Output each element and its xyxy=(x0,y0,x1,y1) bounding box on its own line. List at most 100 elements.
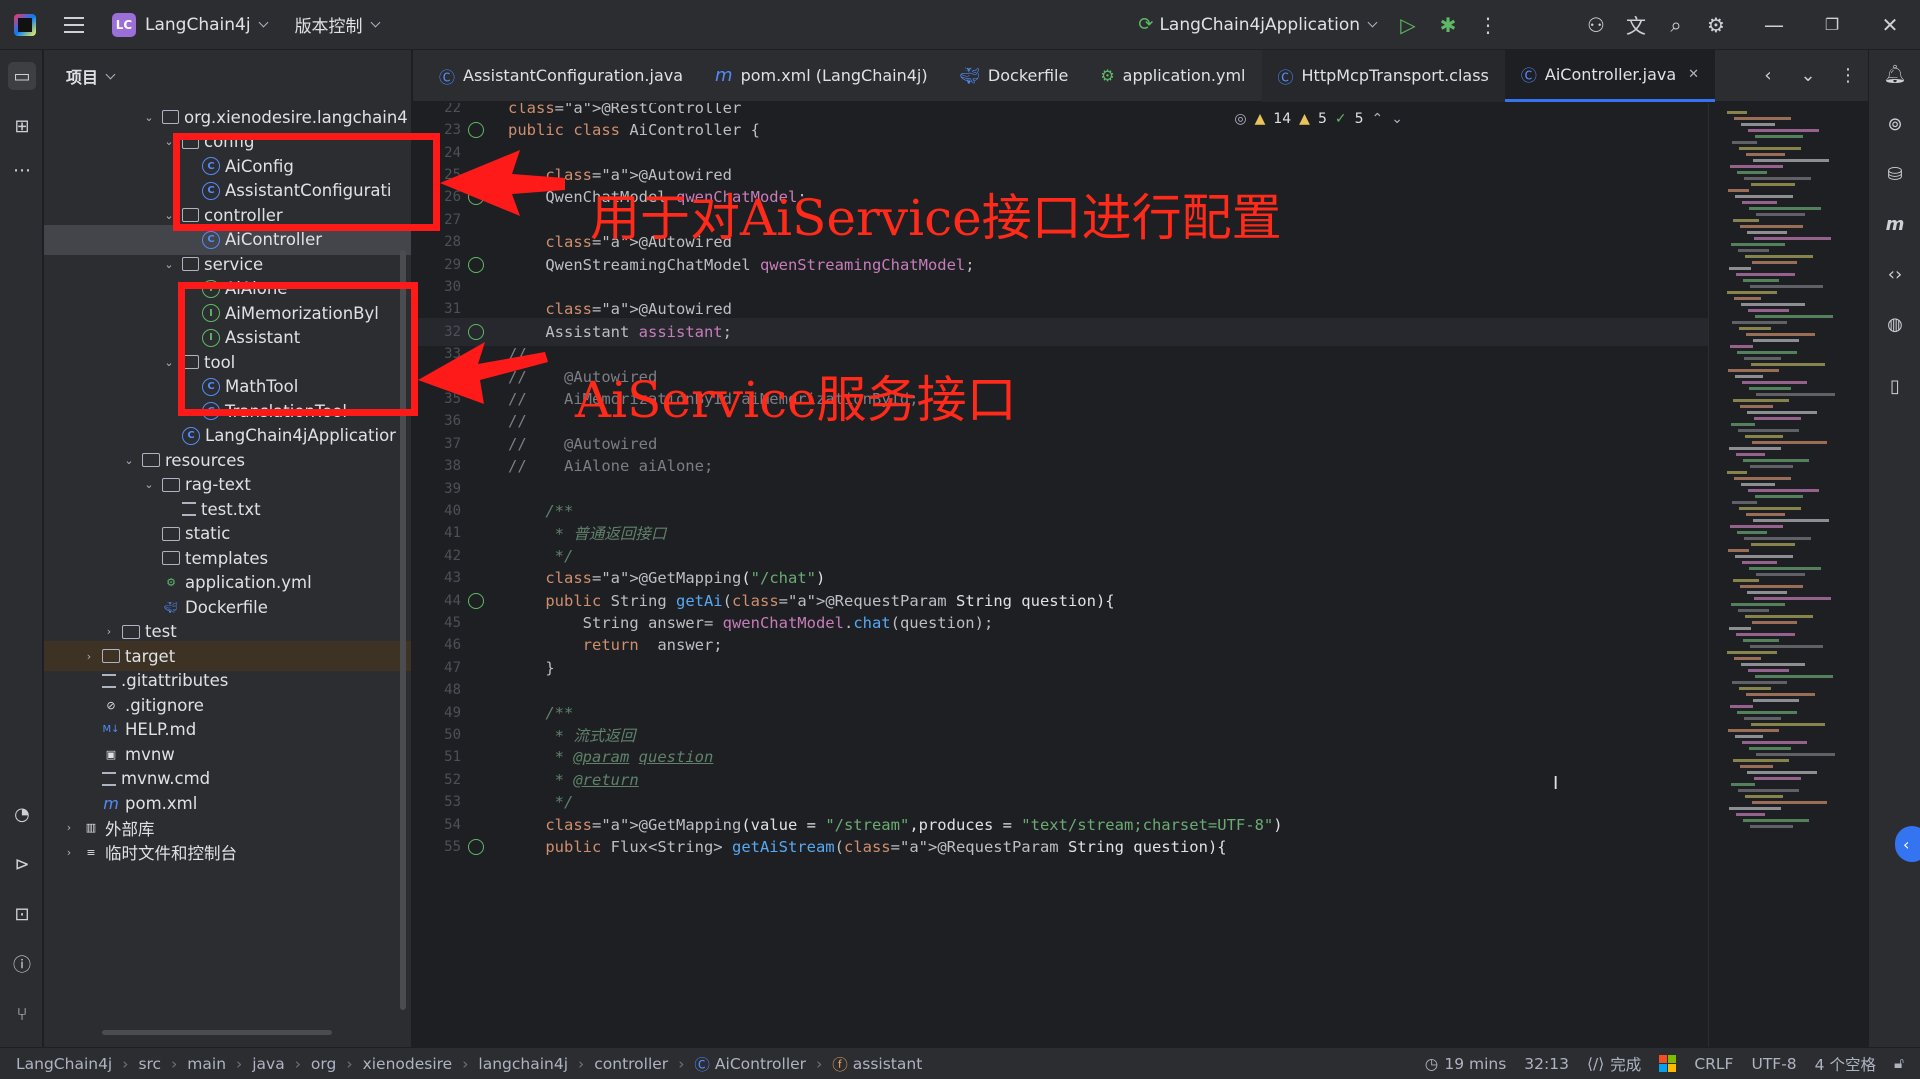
tab-more-icon[interactable]: ⋮ xyxy=(1828,56,1868,96)
project-switcher[interactable]: LC LangChain4j xyxy=(84,0,269,50)
spring-bean-gutter-icon[interactable] xyxy=(468,256,484,273)
expand-arrow-icon[interactable]: ⌄ xyxy=(162,356,176,369)
settings-gear-icon[interactable]: ⚙ xyxy=(1696,5,1736,45)
expand-arrow-icon[interactable]: › xyxy=(62,821,76,834)
tab-pom-xml-langchain4j[interactable]: m pom.xml (LangChain4j) xyxy=(699,50,944,102)
breadcrumb-item[interactable]: xienodesire xyxy=(363,1055,453,1073)
code-line[interactable]: 55 public Flux<String> getAiStream(class… xyxy=(413,833,1708,861)
close-tab-icon[interactable]: ✕ xyxy=(1688,67,1699,82)
project-folder-icon[interactable]: ▭ xyxy=(8,62,36,90)
line-number[interactable]: 38 xyxy=(431,458,461,474)
expand-panel-button[interactable]: ‹ xyxy=(1895,826,1920,862)
line-ending[interactable]: CRLF xyxy=(1694,1055,1733,1073)
tab-application-yml[interactable]: ⚙ application.yml xyxy=(1084,50,1261,102)
line-number[interactable]: 50 xyxy=(431,727,461,743)
breadcrumb-item[interactable]: src xyxy=(138,1055,161,1073)
maven-icon[interactable]: m xyxy=(1881,210,1909,238)
file-encoding[interactable]: UTF-8 xyxy=(1751,1055,1796,1073)
tree-item-[interactable]: › ≡ 临时文件和控制台 xyxy=(44,837,411,867)
breadcrumb-item[interactable]: LangChain4j xyxy=(16,1055,112,1073)
line-number[interactable]: 36 xyxy=(431,413,461,429)
main-menu-icon[interactable] xyxy=(64,16,84,33)
read-only-lock-icon[interactable]: 🔓︎ xyxy=(1894,1054,1904,1073)
line-number[interactable]: 40 xyxy=(431,503,461,519)
web-globe-icon[interactable]: ◍ xyxy=(1881,310,1909,338)
project-panel-header[interactable]: 项目 xyxy=(44,50,411,102)
breadcrumb-item[interactable]: main xyxy=(187,1055,226,1073)
caret-position[interactable]: 32:13 xyxy=(1524,1055,1569,1073)
problems-icon[interactable]: ⓘ xyxy=(8,950,36,978)
line-number[interactable]: 54 xyxy=(431,817,461,833)
tab-aicontroller-java[interactable]: Ⓒ AiController.java ✕ xyxy=(1504,49,1716,102)
git-icon[interactable]: ⑂ xyxy=(8,1000,36,1028)
line-number[interactable]: 51 xyxy=(431,749,461,765)
add-user-icon[interactable]: ⚇ xyxy=(1576,5,1616,45)
expand-arrow-icon[interactable]: › xyxy=(102,625,116,638)
line-number[interactable]: 42 xyxy=(431,548,461,564)
expand-arrow-icon[interactable]: ⌄ xyxy=(142,111,156,124)
line-number[interactable]: 28 xyxy=(431,234,461,250)
line-number[interactable]: 29 xyxy=(431,257,461,273)
services-icon[interactable]: ⊳ xyxy=(8,850,36,878)
expand-arrow-icon[interactable]: › xyxy=(82,650,96,663)
spring-bean-gutter-icon[interactable] xyxy=(468,323,484,340)
line-number[interactable]: 52 xyxy=(431,772,461,788)
line-number[interactable]: 30 xyxy=(431,279,461,295)
line-number[interactable]: 39 xyxy=(431,481,461,497)
breadcrumb-item[interactable]: AiController xyxy=(715,1055,806,1073)
restore-icon[interactable]: ❐ xyxy=(1812,5,1852,45)
line-number[interactable]: 53 xyxy=(431,794,461,810)
ai-status[interactable]: 完成 xyxy=(1610,1053,1641,1075)
structure-icon[interactable]: ⊞ xyxy=(8,112,36,140)
breadcrumb-item[interactable]: org xyxy=(311,1055,336,1073)
notifications-icon[interactable]: 🔔︎ xyxy=(1881,60,1909,88)
line-number[interactable]: 41 xyxy=(431,525,461,541)
breadcrumb-item[interactable]: langchain4j xyxy=(478,1055,568,1073)
tab-httpmcptransport-class[interactable]: Ⓒ HttpMcpTransport.class xyxy=(1261,49,1505,102)
tab-assistantconfiguration-java[interactable]: Ⓒ AssistantConfiguration.java xyxy=(423,50,699,102)
indent-setting[interactable]: 4 个空格 xyxy=(1815,1053,1876,1075)
line-number[interactable]: 45 xyxy=(431,615,461,631)
run-icon[interactable]: ▷ xyxy=(1388,5,1428,45)
spring-bean-gutter-icon[interactable] xyxy=(468,122,484,139)
tree-h-scrollbar[interactable] xyxy=(102,1030,332,1035)
terminal-icon[interactable]: ⊡ xyxy=(8,900,36,928)
spring-bean-gutter-icon[interactable] xyxy=(468,189,484,206)
more-actions-icon[interactable]: ⋮ xyxy=(1468,5,1508,45)
vcs-menu[interactable]: 版本控制 xyxy=(295,0,381,50)
line-number[interactable]: 43 xyxy=(431,570,461,586)
line-number[interactable]: 44 xyxy=(431,593,461,609)
line-number[interactable]: 22 xyxy=(431,103,461,116)
more-tools-icon[interactable]: ⋯ xyxy=(8,156,36,184)
expand-arrow-icon[interactable]: ⌄ xyxy=(122,454,136,467)
endpoints-icon[interactable]: ‹› xyxy=(1881,260,1909,288)
tab-list-icon[interactable]: ⌄ xyxy=(1788,56,1828,96)
close-window-icon[interactable]: ✕ xyxy=(1870,5,1910,45)
line-number[interactable]: 32 xyxy=(431,324,461,340)
line-number[interactable]: 47 xyxy=(431,660,461,676)
line-number[interactable]: 34 xyxy=(431,369,461,385)
breadcrumb-item[interactable]: java xyxy=(252,1055,284,1073)
breadcrumb-item[interactable]: controller xyxy=(594,1055,668,1073)
code-minimap[interactable] xyxy=(1708,103,1868,1047)
run-config-selector[interactable]: ⟳ LangChain4jApplication xyxy=(1138,0,1378,50)
spring-bean-gutter-icon[interactable] xyxy=(468,838,484,855)
line-number[interactable]: 55 xyxy=(431,839,461,855)
expand-arrow-icon[interactable]: ⌄ xyxy=(162,258,176,271)
expand-arrow-icon[interactable]: ⌄ xyxy=(142,478,156,491)
ai-assistant-icon[interactable]: ⊚ xyxy=(1881,110,1909,138)
line-number[interactable]: 49 xyxy=(431,705,461,721)
last-sync-time[interactable]: 19 mins xyxy=(1444,1055,1506,1073)
breadcrumb-item[interactable]: assistant xyxy=(853,1055,923,1073)
line-number[interactable]: 37 xyxy=(431,436,461,452)
line-number[interactable]: 33 xyxy=(431,346,461,362)
expand-arrow-icon[interactable]: › xyxy=(62,846,76,859)
database-icon[interactable]: ⛁ xyxy=(1881,160,1909,188)
search-icon[interactable]: ⌕ xyxy=(1656,5,1696,45)
minimize-icon[interactable]: — xyxy=(1754,5,1794,45)
line-number[interactable]: 31 xyxy=(431,301,461,317)
translate-icon[interactable]: 文 xyxy=(1616,5,1656,45)
line-number[interactable]: 46 xyxy=(431,637,461,653)
spring-bean-gutter-icon[interactable] xyxy=(468,592,484,609)
profiler-icon[interactable]: ◔ xyxy=(8,800,36,828)
